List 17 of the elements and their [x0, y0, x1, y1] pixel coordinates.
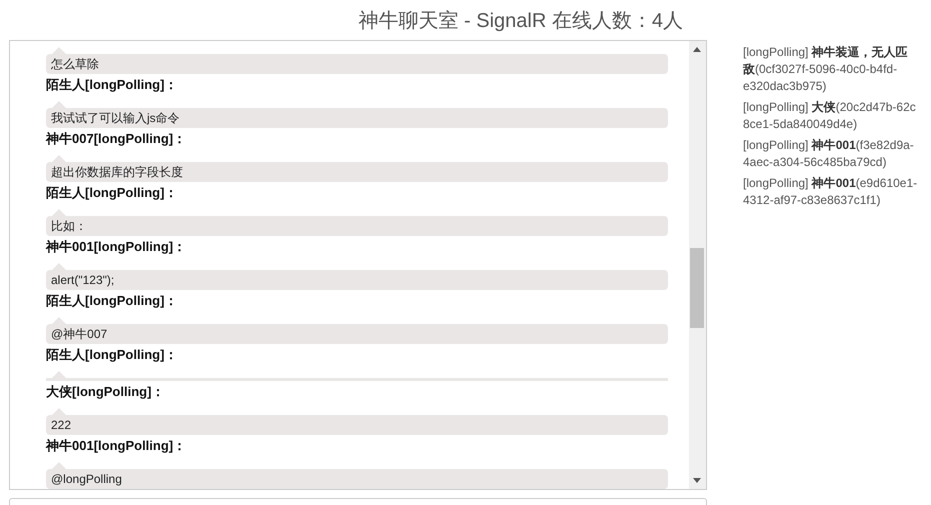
sender-name: 神牛007[longPolling]：: [46, 130, 188, 148]
online-user: [longPolling] 神牛001(e9d610e1- 4312-af97-c83e8637c1f1): [743, 175, 918, 209]
scroll-thumb[interactable]: [690, 248, 704, 328]
sender-name: 大侠[longPolling]：: [46, 383, 166, 401]
scroll-down-icon[interactable]: [693, 478, 701, 483]
sender-name: 陌生人[longPolling]：: [46, 292, 178, 310]
scroll-up-icon[interactable]: [693, 47, 701, 52]
sender-name: 陌生人[longPolling]：: [46, 184, 178, 202]
scrollbar[interactable]: [689, 41, 706, 489]
sender-name: 神牛001[longPolling]：: [46, 437, 188, 455]
sender-name: 陌生人[longPolling]：: [46, 76, 178, 94]
online-user: [longPolling] 神牛001(f3e82d9a- 4aec-a304-56c485ba79cd): [743, 137, 915, 171]
page-title: 神牛聊天室 - SignalR 在线人数：4人: [358, 8, 683, 34]
sender-name: 陌生人[longPolling]：: [46, 346, 178, 364]
online-user: [longPolling] 大侠(20c2d47b-62c 8ce1-5da840049d4e): [743, 99, 917, 133]
online-user: [longPolling] 神牛装逼，无人匹 敌(0cf3027f-5096-40c0-b4fd- e320dac3b975): [743, 44, 909, 95]
sender-name: 神牛001[longPolling]：: [46, 238, 188, 256]
